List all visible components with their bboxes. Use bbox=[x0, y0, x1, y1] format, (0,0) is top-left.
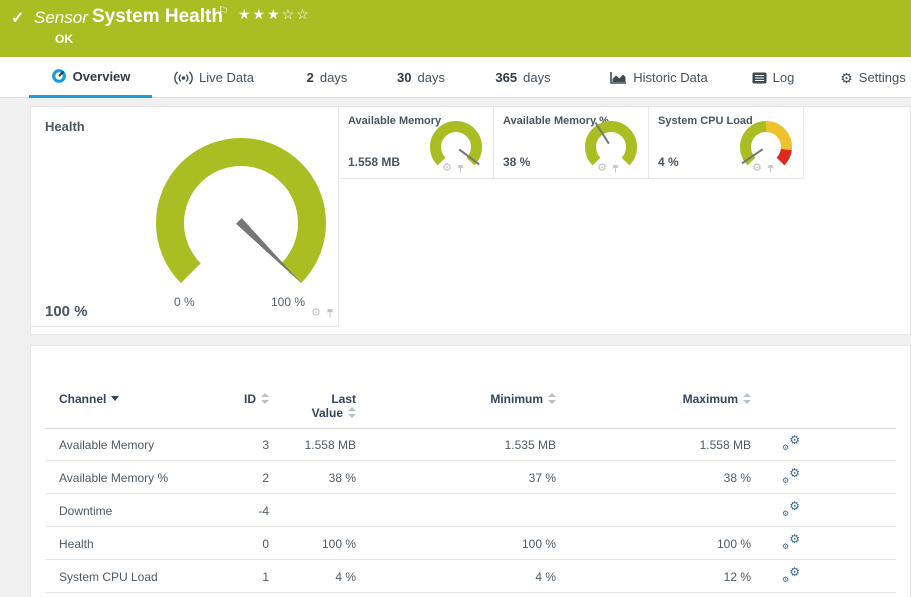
channel-minimum: 100 % bbox=[356, 537, 556, 551]
tab-live-data-label: Live Data bbox=[199, 70, 254, 85]
column-header-last-value[interactable]: Last Value bbox=[269, 384, 356, 420]
priority-stars[interactable]: ★★★☆☆ bbox=[238, 6, 311, 23]
channel-last-value: 4 % bbox=[269, 570, 356, 584]
available-memory-pct-value: 38 % bbox=[503, 155, 530, 169]
channel-maximum: 12 % bbox=[556, 570, 751, 584]
tab-overview[interactable]: Overview bbox=[29, 57, 152, 98]
gauge-settings-gear-icon[interactable]: ⚙ bbox=[597, 163, 607, 174]
status-ok-check-icon: ✓ bbox=[11, 8, 24, 28]
tab-2-days-number: 2 bbox=[307, 70, 314, 85]
channel-name: Health bbox=[59, 537, 239, 551]
table-row-available-memory[interactable]: Available Memory 3 1.558 MB 1.535 MB 1.5… bbox=[31, 428, 910, 461]
system-cpu-load-value: 4 % bbox=[658, 155, 679, 169]
available-memory-pct-gauge-block: Available Memory % 38 % ⚙ bbox=[494, 107, 649, 179]
channel-last-value: 1.558 MB bbox=[269, 438, 356, 452]
channel-name: Downtime bbox=[59, 504, 239, 518]
gear-icon: ⚙ bbox=[840, 71, 853, 85]
tab-settings[interactable]: ⚙ Settings bbox=[836, 57, 910, 98]
tab-2-days[interactable]: 2 days bbox=[298, 57, 356, 98]
column-header-minimum[interactable]: Minimum bbox=[356, 384, 556, 406]
tab-overview-label: Overview bbox=[73, 69, 131, 84]
health-current-value: 100 % bbox=[45, 303, 88, 320]
sort-icon bbox=[347, 407, 356, 418]
channel-settings-gears-icon[interactable]: ⚙⚙ bbox=[782, 435, 800, 451]
sensor-kind-label: Sensor bbox=[34, 8, 88, 28]
table-row-available-memory-pct[interactable]: Available Memory % 2 38 % 37 % 38 % ⚙⚙ bbox=[31, 461, 910, 494]
channel-id: 3 bbox=[239, 438, 269, 452]
system-cpu-load-gauge-block: System CPU Load 4 % ⚙ bbox=[649, 107, 804, 179]
tab-historic-data-label: Historic Data bbox=[633, 70, 707, 85]
tab-365-days[interactable]: 365 days bbox=[488, 57, 558, 98]
gauge-settings-gear-icon[interactable]: ⚙ bbox=[311, 308, 321, 319]
prtg-sensor-page: ✓ Sensor System Health ⚐ ★★★☆☆ OK Overvi… bbox=[0, 0, 911, 597]
tab-live-data[interactable]: Live Data bbox=[160, 57, 268, 98]
channel-last-value: 100 % bbox=[269, 537, 356, 551]
live-data-icon bbox=[174, 71, 193, 85]
column-header-id[interactable]: ID bbox=[239, 384, 269, 406]
channel-last-value: 38 % bbox=[269, 471, 356, 485]
channel-settings-gears-icon[interactable]: ⚙⚙ bbox=[782, 534, 800, 550]
table-header-row: Channel ID Last Value Minimum Maximum bbox=[31, 384, 910, 428]
tab-30-days-number: 30 bbox=[397, 70, 411, 85]
sensor-header: ✓ Sensor System Health ⚐ ★★★☆☆ OK bbox=[0, 0, 911, 57]
gauges-panel: Health 0 % 100 % 100 % ⚙ bbox=[30, 106, 911, 335]
tab-bar: Overview Live Data 2 days 30 days 365 bbox=[0, 57, 911, 98]
tab-365-days-number: 365 bbox=[495, 70, 517, 85]
health-scale-max: 100 % bbox=[271, 295, 305, 309]
channel-settings-gears-icon[interactable]: ⚙⚙ bbox=[782, 567, 800, 583]
table-row-system-cpu-load[interactable]: System CPU Load 1 4 % 4 % 12 % ⚙⚙ bbox=[31, 560, 910, 593]
column-header-channel[interactable]: Channel bbox=[59, 384, 239, 406]
channel-id: 1 bbox=[239, 570, 269, 584]
health-gauge bbox=[146, 128, 336, 288]
tab-2-days-unit: days bbox=[320, 70, 347, 85]
channel-name: System CPU Load bbox=[59, 570, 239, 584]
flag-icon[interactable]: ⚐ bbox=[218, 4, 229, 18]
pin-icon[interactable] bbox=[325, 308, 335, 319]
sort-icon bbox=[742, 393, 751, 404]
channel-minimum: 1.535 MB bbox=[356, 438, 556, 452]
sensor-status-badge: OK bbox=[55, 32, 73, 46]
tab-log[interactable]: Log bbox=[744, 57, 802, 98]
channel-id: 2 bbox=[239, 471, 269, 485]
channel-name: Available Memory bbox=[59, 438, 239, 452]
tab-365-days-unit: days bbox=[523, 70, 550, 85]
gauge-icon bbox=[51, 68, 67, 84]
channel-maximum: 38 % bbox=[556, 471, 751, 485]
sort-icon bbox=[547, 393, 556, 404]
pin-icon[interactable] bbox=[456, 164, 465, 174]
area-chart-icon bbox=[610, 71, 627, 84]
tab-30-days[interactable]: 30 days bbox=[388, 57, 454, 98]
channel-maximum: 1.558 MB bbox=[556, 438, 751, 452]
available-memory-gauge-block: Available Memory 1.558 MB ⚙ bbox=[339, 107, 494, 179]
tab-historic-data[interactable]: Historic Data bbox=[592, 57, 726, 98]
pin-icon[interactable] bbox=[611, 164, 620, 174]
available-memory-value: 1.558 MB bbox=[348, 155, 400, 169]
gauge-settings-gear-icon[interactable]: ⚙ bbox=[752, 163, 762, 174]
channel-minimum: 37 % bbox=[356, 471, 556, 485]
channel-maximum: 100 % bbox=[556, 537, 751, 551]
sort-desc-icon bbox=[111, 396, 119, 401]
log-list-icon bbox=[752, 72, 767, 84]
table-row-health[interactable]: Health 0 100 % 100 % 100 % ⚙⚙ bbox=[31, 527, 910, 560]
channel-settings-gears-icon[interactable]: ⚙⚙ bbox=[782, 501, 800, 517]
channels-table-panel: Channel ID Last Value Minimum Maximum Av… bbox=[30, 345, 911, 597]
health-gauge-block: Health 0 % 100 % 100 % ⚙ bbox=[31, 107, 339, 327]
tab-settings-label: Settings bbox=[859, 70, 906, 85]
tab-30-days-unit: days bbox=[418, 70, 445, 85]
tab-log-label: Log bbox=[773, 70, 795, 85]
pin-icon[interactable] bbox=[766, 164, 775, 174]
sensor-title: System Health bbox=[92, 6, 223, 28]
channel-minimum: 4 % bbox=[356, 570, 556, 584]
channel-id: 0 bbox=[239, 537, 269, 551]
channel-settings-gears-icon[interactable]: ⚙⚙ bbox=[782, 468, 800, 484]
health-scale-min: 0 % bbox=[174, 295, 195, 309]
table-row-downtime[interactable]: Downtime -4 ⚙⚙ bbox=[31, 494, 910, 527]
gauge-settings-gear-icon[interactable]: ⚙ bbox=[442, 163, 452, 174]
channel-name: Available Memory % bbox=[59, 471, 239, 485]
sort-icon bbox=[260, 393, 269, 404]
channel-id: -4 bbox=[239, 504, 269, 518]
column-header-maximum[interactable]: Maximum bbox=[556, 384, 751, 406]
health-gauge-title: Health bbox=[45, 119, 85, 134]
